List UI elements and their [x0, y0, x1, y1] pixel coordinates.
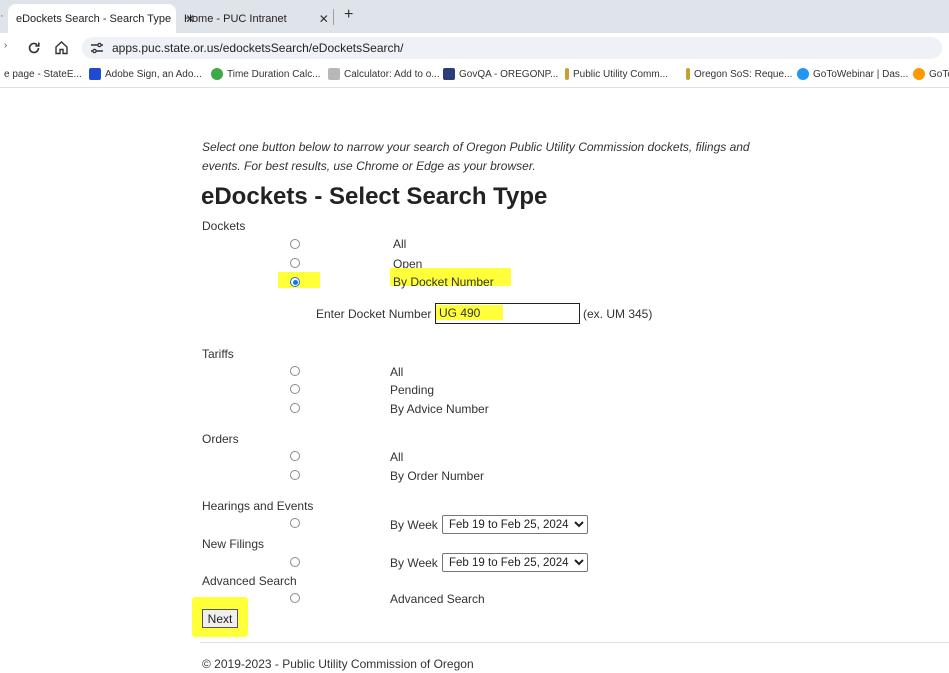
calculator-icon	[328, 68, 340, 80]
radio-tariffs-pending[interactable]	[290, 384, 300, 394]
bookmark-item[interactable]: Public Utility Comm...	[565, 66, 668, 82]
tab-divider	[333, 9, 334, 25]
bookmark-label: Adobe Sign, an Ado...	[105, 68, 202, 80]
tab-scroll-left-icon[interactable]: ·	[0, 10, 4, 22]
advanced-search-label: Advanced Search	[390, 592, 485, 606]
bookmark-item[interactable]: Adobe Sign, an Ado...	[89, 66, 202, 82]
option-label: Pending	[390, 383, 435, 397]
site-settings-icon[interactable]	[90, 42, 104, 54]
bookmark-icon	[565, 68, 569, 80]
radio-selected-dot	[292, 279, 298, 285]
hearings-by-week-label: By Week	[390, 518, 438, 532]
bookmark-label: Public Utility Comm...	[573, 68, 669, 80]
gotowebinar-icon	[797, 68, 809, 80]
filings-by-week-label: By Week	[390, 556, 438, 570]
bookmark-label: GovQA - OREGONP...	[459, 68, 559, 80]
bookmark-item[interactable]: GoToWebinar | Das...	[797, 66, 908, 82]
advanced-search-heading: Advanced Search	[202, 574, 297, 588]
close-tab-icon[interactable]: ✕	[319, 12, 329, 26]
option-label: All	[393, 237, 407, 251]
bookmark-item[interactable]: e page - StateE...	[4, 66, 82, 82]
hearings-week-select[interactable]: Feb 19 to Feb 25, 2024	[442, 515, 588, 534]
option-label: All	[390, 450, 404, 464]
radio-hearings-by-week[interactable]	[290, 518, 300, 528]
footer-text: © 2019-2023 - Public Utility Commission …	[202, 657, 474, 671]
bookmark-item[interactable]: Calculator: Add to o...	[328, 66, 440, 82]
bookmark-label: Calculator: Add to o...	[344, 68, 440, 80]
bookmark-item[interactable]: GovQA - OREGONP...	[443, 66, 558, 82]
option-label: All	[390, 365, 404, 379]
radio-filings-by-week[interactable]	[290, 557, 300, 567]
time-calc-icon	[211, 68, 223, 80]
tab-label: Home - PUC Intranet	[184, 12, 287, 25]
bookmark-label: e page - StateE...	[4, 68, 82, 80]
govqa-icon	[443, 68, 455, 80]
tab-puc-intranet[interactable]: Home - PUC Intranet ✕	[178, 4, 329, 33]
radio-advanced-search[interactable]	[290, 593, 300, 603]
hearings-heading: Hearings and Events	[202, 499, 314, 513]
bookmark-label: GoToWebinar | Das...	[813, 68, 909, 80]
bookmark-label: GoTo	[929, 68, 949, 80]
bookmark-item[interactable]: Oregon SoS: Reque...	[686, 66, 792, 82]
radio-dockets-by-number[interactable]	[290, 277, 300, 287]
option-label: By Advice Number	[390, 402, 489, 416]
docket-number-value: UG 490	[439, 306, 481, 320]
bookmark-item[interactable]: GoTo	[913, 66, 949, 82]
radio-orders-by-number[interactable]	[290, 470, 300, 480]
filings-week-select[interactable]: Feb 19 to Feb 25, 2024	[442, 553, 588, 572]
url-text: apps.puc.state.or.us/edocketsSearch/eDoc…	[112, 41, 404, 55]
forward-icon[interactable]: ›	[4, 40, 7, 51]
new-tab-button[interactable]: +	[344, 6, 353, 24]
footer-divider	[200, 642, 949, 643]
radio-tariffs-all[interactable]	[290, 366, 300, 376]
docket-number-example: (ex. UM 345)	[583, 307, 653, 321]
tariffs-heading: Tariffs	[202, 347, 234, 361]
page-title: eDockets - Select Search Type	[201, 183, 548, 210]
option-label: By Docket Number	[393, 275, 494, 289]
radio-orders-all[interactable]	[290, 451, 300, 461]
reload-icon[interactable]	[27, 41, 41, 55]
radio-dockets-open[interactable]	[290, 258, 300, 268]
option-label: By Order Number	[390, 469, 485, 483]
radio-tariffs-by-advice[interactable]	[290, 403, 300, 413]
orders-heading: Orders	[202, 432, 239, 446]
bookmark-icon	[686, 68, 690, 80]
bookmark-item[interactable]: Time Duration Calc...	[211, 66, 321, 82]
intro-text: Select one button below to narrow your s…	[202, 140, 750, 173]
dockets-heading: Dockets	[202, 219, 246, 233]
next-button[interactable]: Next	[202, 609, 238, 628]
new-filings-heading: New Filings	[202, 537, 265, 551]
goto-icon	[913, 68, 925, 80]
bookmark-label: Time Duration Calc...	[227, 68, 321, 80]
tab-edockets-search[interactable]: eDockets Search - Search Type ✕	[8, 4, 195, 33]
adobe-sign-icon	[89, 68, 101, 80]
radio-dockets-all[interactable]	[290, 239, 300, 249]
address-bar[interactable]: apps.puc.state.or.us/edocketsSearch/eDoc…	[82, 37, 942, 59]
tab-label: eDockets Search - Search Type	[16, 12, 172, 25]
docket-number-label: Enter Docket Number	[316, 307, 432, 321]
bookmark-label: Oregon SoS: Reque...	[694, 68, 793, 80]
home-icon[interactable]	[54, 40, 69, 55]
